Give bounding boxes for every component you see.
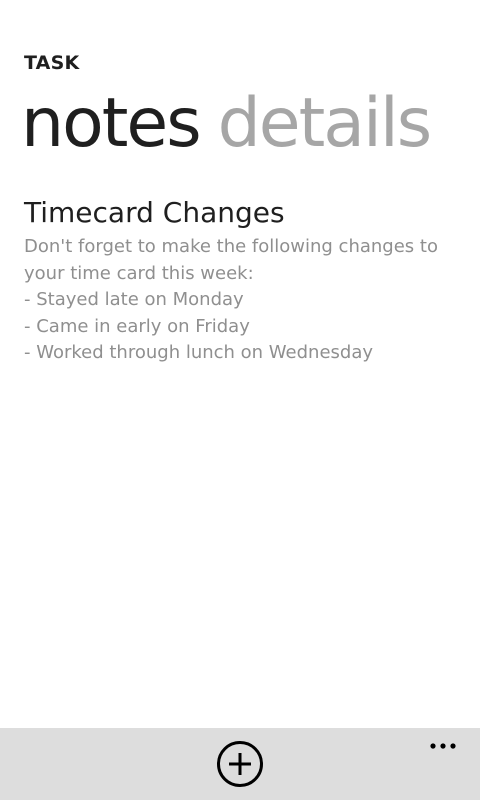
- app-title: TASK: [24, 52, 80, 74]
- note-title: Timecard Changes: [24, 196, 285, 229]
- note-line: your time card this week:: [24, 262, 254, 284]
- note-line: - Worked through lunch on Wednesday: [24, 342, 374, 363]
- app-bar: [0, 728, 480, 800]
- pivot-tab-notes[interactable]: notes: [21, 76, 202, 172]
- more-icon: [430, 743, 456, 749]
- more-button[interactable]: [424, 732, 464, 760]
- note-line: - Came in early on Friday: [24, 315, 250, 337]
- add-icon: [217, 741, 263, 787]
- pivot-headers: notes details: [21, 76, 433, 172]
- note-line: Don't forget to make the following chang…: [24, 236, 438, 257]
- note-body: Don't forget to make the following chang…: [24, 234, 464, 367]
- pivot-tab-details[interactable]: details: [218, 76, 433, 172]
- add-button[interactable]: [216, 740, 264, 788]
- note-line: - Stayed late on Monday: [24, 289, 244, 310]
